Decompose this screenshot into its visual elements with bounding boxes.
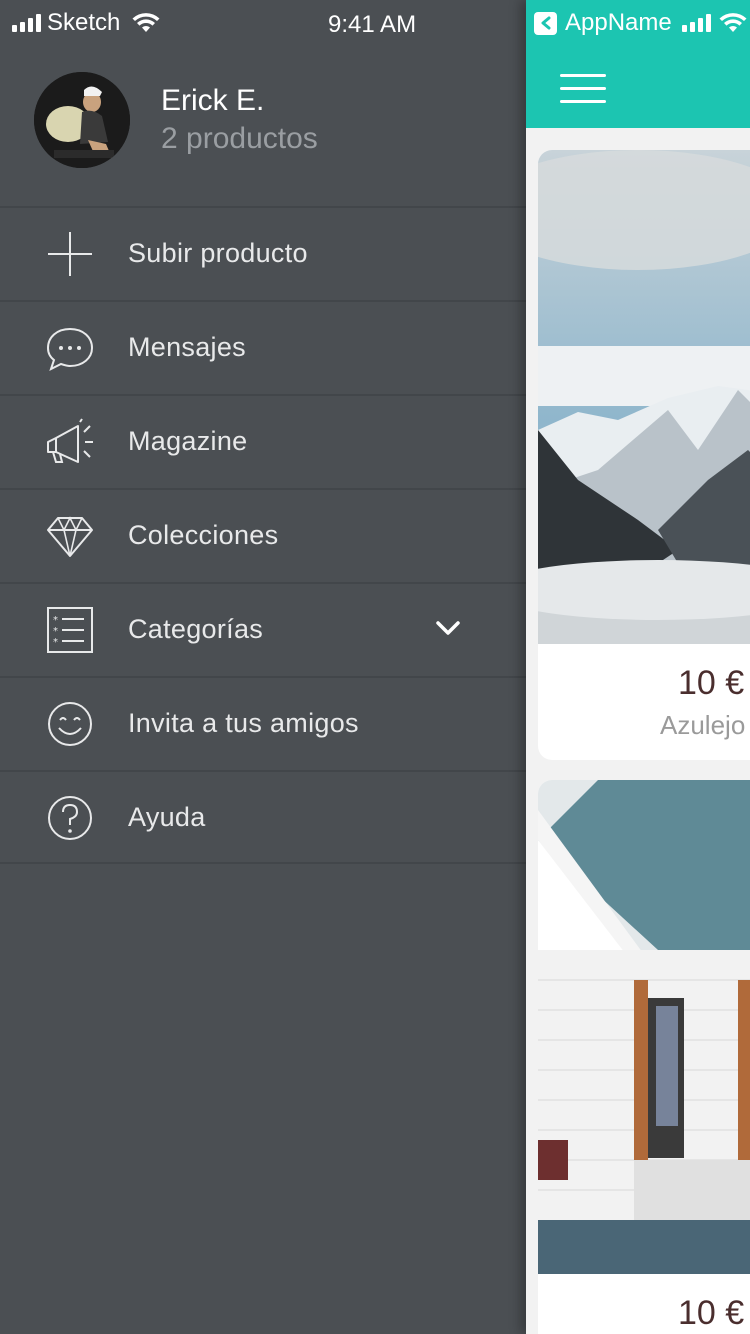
- menu-item-label: Invita a tus amigos: [128, 708, 359, 738]
- product-image-mountains[interactable]: [538, 150, 750, 644]
- menu-item-label: Categorías: [128, 614, 264, 644]
- menu-item-label: Ayuda: [128, 802, 206, 832]
- menu-item-magazine[interactable]: Magazine: [0, 394, 526, 488]
- menu-item-categorias[interactable]: * * * Categorías: [0, 582, 526, 676]
- status-time: 9:41 AM: [328, 11, 417, 38]
- chat-bubble-icon: [46, 327, 94, 371]
- side-drawer: Sketch 9:41 AM Erick E. 2 productos Subi…: [0, 0, 526, 1334]
- chevron-down-icon[interactable]: [434, 614, 462, 642]
- svg-text:*: *: [53, 615, 58, 626]
- menu-item-label: Subir producto: [128, 238, 308, 268]
- app-status-name: AppName: [565, 9, 672, 36]
- user-name: Erick E.: [161, 84, 265, 117]
- megaphone-icon: [47, 418, 93, 463]
- signal-icon: [12, 14, 41, 32]
- help-icon: [48, 796, 92, 840]
- menu-item-mensajes[interactable]: Mensajes: [0, 300, 526, 394]
- product-name: Azulejo: [660, 710, 746, 740]
- product-card[interactable]: 10 € Azulejo: [538, 150, 750, 760]
- product-image-house[interactable]: [538, 780, 750, 1274]
- diamond-icon: [47, 516, 93, 557]
- menu-item-label: Colecciones: [128, 520, 279, 550]
- product-card[interactable]: 10 €: [538, 780, 750, 1334]
- list-icon: * * *: [47, 607, 93, 653]
- product-price: 10 €: [678, 664, 745, 702]
- app-main-panel[interactable]: AppName 10 € Azulejo 10 €: [526, 0, 750, 1334]
- menu-item-label: Mensajes: [128, 332, 246, 362]
- signal-icon: [681, 14, 711, 32]
- menu-item-subir-producto[interactable]: Subir producto: [0, 206, 526, 300]
- product-price: 10 €: [678, 1294, 745, 1332]
- menu-item-label: Magazine: [128, 426, 248, 456]
- menu-item-ayuda[interactable]: Ayuda: [0, 770, 526, 864]
- drawer-menu: Subir producto Mensajes Magazine Colecci…: [0, 206, 526, 864]
- carrier-label: Sketch: [47, 9, 121, 36]
- status-bar: Sketch 9:41 AM: [0, 0, 526, 46]
- wifi-icon: [132, 13, 160, 32]
- wifi-icon: [719, 13, 747, 32]
- smiley-icon: [48, 702, 92, 746]
- back-to-app-icon[interactable]: [534, 11, 557, 35]
- hamburger-menu-icon[interactable]: [560, 74, 606, 104]
- svg-text:*: *: [53, 626, 58, 637]
- menu-item-invita-amigos[interactable]: Invita a tus amigos: [0, 676, 526, 770]
- app-status-bar: AppName: [534, 9, 747, 37]
- profile-header[interactable]: Erick E. 2 productos: [0, 58, 526, 208]
- avatar[interactable]: [34, 72, 130, 168]
- menu-item-colecciones[interactable]: Colecciones: [0, 488, 526, 582]
- plus-icon: [48, 232, 92, 276]
- user-product-count: 2 productos: [161, 122, 318, 155]
- svg-text:*: *: [53, 637, 58, 648]
- app-header: AppName: [526, 0, 750, 128]
